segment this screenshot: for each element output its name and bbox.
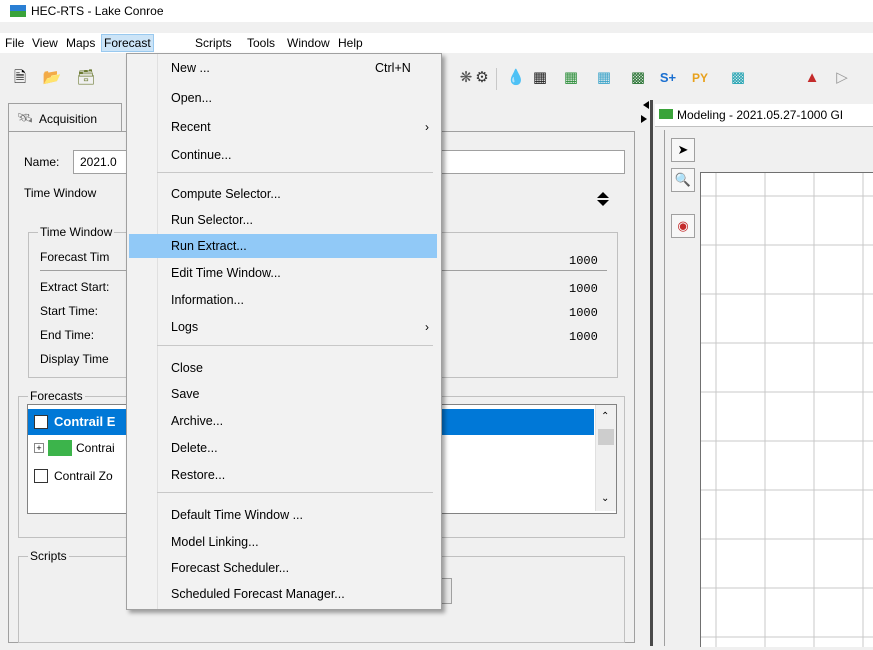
expand-icon[interactable]: + [34,443,44,453]
reservoir-map-icon[interactable]: ▦ [594,68,614,88]
terrain-map-icon[interactable]: ▦ [561,68,581,88]
forecast-checkbox[interactable] [34,415,48,429]
pointer-tool-icon[interactable]: ➤ [671,138,695,162]
scroll-thumb[interactable] [598,429,614,445]
forecast-row-label: Contrail Zo [54,469,113,483]
terrain-icon [48,440,72,456]
new-file-icon[interactable]: 🗎 [10,68,30,88]
archive-icon[interactable]: 🗃 [76,68,96,88]
forecast-row-label: Contrail E [54,414,116,429]
menu-item-default-time-window[interactable]: Default Time Window ... [129,503,437,527]
menu-item-information[interactable]: Information... [129,288,437,312]
menu-item-save[interactable]: Save [129,382,437,406]
menu-item-continue[interactable]: Continue... [129,143,437,167]
extract-start-label: Extract Start: [40,280,110,294]
menu-scripts[interactable]: Scripts [193,35,234,51]
menu-maps[interactable]: Maps [64,35,97,51]
splitter-grip-icon[interactable] [641,101,649,131]
submenu-arrow-icon: › [425,320,429,334]
app-logo-icon [10,5,26,17]
watershed-map-icon[interactable]: ▩ [628,68,648,88]
forecast-row-label: Contrai [76,441,115,455]
end-time-value: 1000 [569,330,598,344]
modeling-icon [659,109,673,119]
menu-separator [157,172,433,173]
play-icon[interactable]: ▷ [832,68,852,88]
menu-item-compute-selector[interactable]: Compute Selector... [129,182,437,206]
collapse-icon[interactable] [597,192,609,206]
splitter-bar[interactable] [650,100,653,646]
menu-file[interactable]: File [3,35,26,51]
python-icon[interactable]: PY [690,68,710,88]
zoom-tool-icon[interactable]: 🔍 [671,168,695,192]
map-grid [701,173,873,647]
forecast-checkbox[interactable] [34,469,48,483]
menu-item-model-linking[interactable]: Model Linking... [129,530,437,554]
forecast-time-value: 1000 [569,254,598,268]
mountain-chart-icon[interactable]: ▲ [802,68,822,88]
network-tool-icon[interactable]: ◉ [671,214,695,238]
name-value: 2021.0 [80,155,117,169]
start-time-value: 1000 [569,306,598,320]
menu-item-forecast-scheduler[interactable]: Forecast Scheduler... [129,556,437,580]
submenu-arrow-icon: › [425,120,429,134]
extract-start-value: 1000 [569,282,598,296]
scroll-down-icon[interactable]: ⌄ [601,493,609,504]
menu-bar: File View Maps Forecast Scripts Tools Wi… [0,33,873,53]
table-grid-icon[interactable]: ▦ [530,68,550,88]
window-title: HEC-RTS - Lake Conroe [31,4,164,18]
model-icon[interactable]: ▩ [728,68,748,88]
menu-help[interactable]: Help [336,35,365,51]
scroll-up-icon[interactable]: ⌃ [601,411,609,422]
modeling-title: Modeling - 2021.05.27-1000 GI [677,108,844,122]
menu-separator [157,492,433,493]
menu-item-archive[interactable]: Archive... [129,409,437,433]
open-folder-icon[interactable]: 📂 [42,68,62,88]
modeling-canvas[interactable] [700,172,873,647]
tab-label: Acquisition [39,112,98,126]
gear-icon[interactable]: ⚙ [472,68,492,88]
tab-acquisition[interactable]: 🛰 Acquisition [8,103,122,132]
start-time-label: Start Time: [40,304,99,318]
menu-item-scheduled-forecast-manager[interactable]: Scheduled Forecast Manager... [129,582,437,606]
menu-tools[interactable]: Tools [245,35,277,51]
forecast-menu: New ... Ctrl+N Open... Recent › Continue… [126,53,442,610]
time-window-group-title: Time Window [38,225,115,239]
menu-window[interactable]: Window [285,35,332,51]
forecasts-group-title: Forecasts [28,389,85,403]
menu-item-recent[interactable]: Recent › [129,115,437,139]
menu-item-open[interactable]: Open... [129,86,437,110]
s-plus-icon[interactable]: S+ [658,68,678,88]
menu-view[interactable]: View [30,35,60,51]
menu-item-logs[interactable]: Logs › [129,315,437,339]
menu-separator [157,345,433,346]
scripts-group-title: Scripts [28,549,69,563]
menu-item-run-extract[interactable]: Run Extract... [129,234,437,258]
name-label: Name: [24,155,60,169]
menu-item-delete[interactable]: Delete... [129,436,437,460]
satellite-icon: 🛰 [17,110,34,125]
menu-item-new[interactable]: New ... Ctrl+N [129,56,437,80]
end-time-label: End Time: [40,328,95,342]
menu-item-edit-time-window[interactable]: Edit Time Window... [129,261,437,285]
shortcut-label: Ctrl+N [375,61,411,75]
menu-item-run-selector[interactable]: Run Selector... [129,208,437,232]
title-bar: HEC-RTS - Lake Conroe [0,0,873,22]
time-window-heading: Time Window [24,186,97,200]
forecast-time-label: Forecast Tim [40,250,110,264]
display-time-label: Display Time [40,352,109,366]
modeling-title-bar: Modeling - 2021.05.27-1000 GI [655,104,873,127]
menu-item-close[interactable]: Close [129,356,437,380]
forecast-list-scrollbar[interactable]: ⌃ ⌄ [595,405,616,511]
menu-forecast[interactable]: Forecast [101,34,154,52]
tool-column-border [664,130,665,646]
water-drop-icon[interactable]: 💧 [506,68,526,88]
menu-item-restore[interactable]: Restore... [129,463,437,487]
